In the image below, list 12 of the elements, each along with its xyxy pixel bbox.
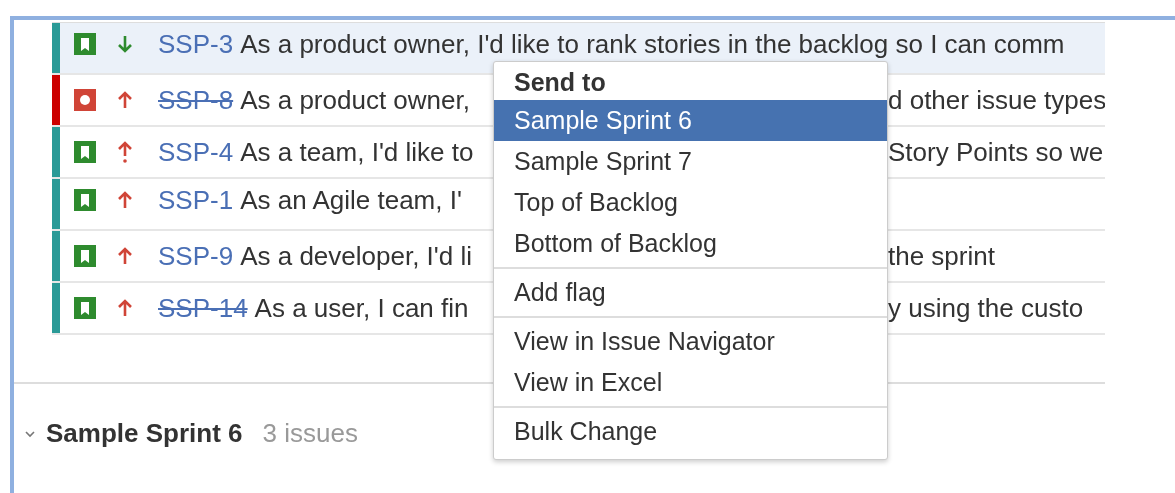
issue-summary: d other issue types [888, 84, 1105, 115]
issue-summary: As a developer, I'd li [240, 240, 473, 272]
issue-summary: As a user, I can fin [254, 292, 469, 324]
issue-count: 3 issues [262, 418, 358, 449]
issue-summary: As an Agile team, I' [240, 184, 462, 216]
issue-summary: As a product owner, I'd like to rank stories in the backlog so I can comm [240, 28, 1065, 60]
issue-summary: y using the custo [888, 292, 1084, 323]
sprint-title: Sample Sprint 6 [46, 418, 243, 449]
issue-summary: As a team, I'd like to [240, 136, 474, 168]
issue-summary: the sprint [888, 240, 995, 271]
issue-summary: As a product owner, [240, 84, 470, 116]
issue-summary: Story Points so we [888, 136, 1104, 167]
